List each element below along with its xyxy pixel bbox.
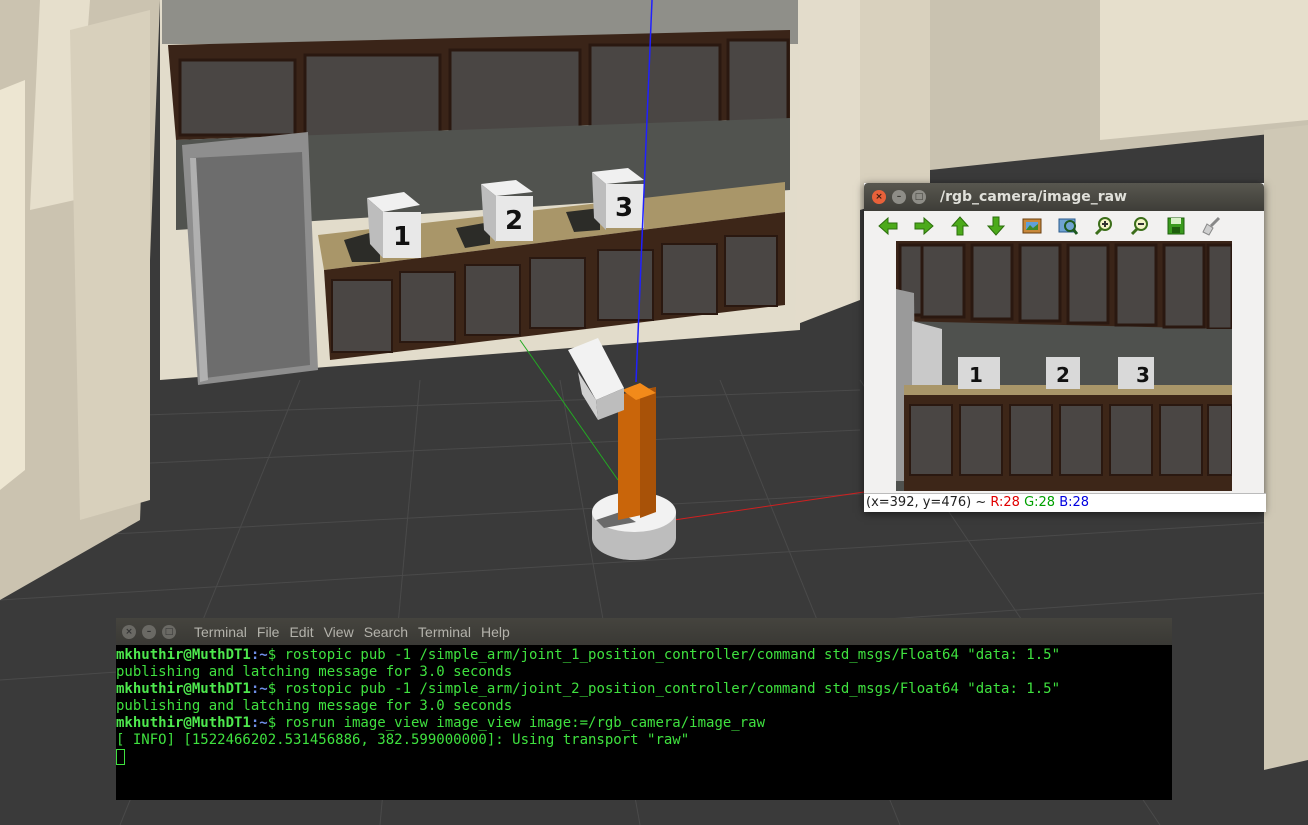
- menu-file[interactable]: File: [257, 624, 280, 640]
- camera-cube-label: 2: [1056, 363, 1070, 387]
- output-text: [ INFO] [1522466202.531456886, 382.59900…: [116, 732, 690, 748]
- green-value: G:28: [1024, 495, 1056, 510]
- command-text: rostopic pub -1 /simple_arm/joint_1_posi…: [284, 647, 1061, 663]
- image-icon[interactable]: [1014, 212, 1050, 240]
- camera-cube-label: 3: [1136, 363, 1150, 387]
- pixel-status-bar: (x=392, y=476) ~ R:28 G:28 B:28: [864, 493, 1266, 512]
- scene-cube-label: 3: [615, 193, 633, 223]
- image-view-title: /rgb_camera/image_raw: [940, 189, 1127, 205]
- terminal-titlebar[interactable]: × – □ Terminal File Edit View Search Ter…: [116, 618, 1172, 645]
- terminal-line: [116, 749, 1172, 766]
- terminal-menubar: Terminal File Edit View Search Terminal …: [194, 624, 520, 640]
- save-icon[interactable]: [1158, 212, 1194, 240]
- prompt-user: mkhuthir@MuthDT1: [116, 681, 251, 697]
- terminal-line: mkhuthir@MuthDT1:~$ rostopic pub -1 /sim…: [116, 647, 1172, 664]
- terminal-window: × – □ Terminal File Edit View Search Ter…: [116, 618, 1172, 800]
- terminal-line: mkhuthir@MuthDT1:~$ rostopic pub -1 /sim…: [116, 681, 1172, 698]
- arrow-up-icon[interactable]: [942, 212, 978, 240]
- terminal-line: publishing and latching message for 3.0 …: [116, 664, 1172, 681]
- prompt-path: :~: [250, 715, 268, 731]
- image-view-titlebar[interactable]: × – □ /rgb_camera/image_raw: [864, 183, 1264, 211]
- scene-cube-label: 1: [393, 222, 411, 252]
- menu-view[interactable]: View: [324, 624, 354, 640]
- blue-value: B:28: [1059, 495, 1090, 510]
- zoom-out-icon[interactable]: [1122, 212, 1158, 240]
- terminal-output[interactable]: mkhuthir@MuthDT1:~$ rostopic pub -1 /sim…: [116, 645, 1172, 766]
- camera-image[interactable]: 1 2 3: [896, 241, 1232, 491]
- menu-terminal[interactable]: Terminal: [418, 624, 471, 640]
- menu-edit[interactable]: Edit: [289, 624, 313, 640]
- terminal-line: publishing and latching message for 3.0 …: [116, 698, 1172, 715]
- arrow-down-icon[interactable]: [978, 212, 1014, 240]
- prompt-path: :~: [250, 681, 268, 697]
- output-text: publishing and latching message for 3.0 …: [116, 664, 513, 680]
- image-view-toolbar: [864, 211, 1264, 241]
- fit-icon[interactable]: [1050, 212, 1086, 240]
- clear-icon[interactable]: [1194, 212, 1230, 240]
- prompt-symbol: $: [267, 715, 285, 731]
- scene-cube-label: 2: [505, 206, 523, 236]
- prompt-user: mkhuthir@MuthDT1: [116, 715, 251, 731]
- output-text: publishing and latching message for 3.0 …: [116, 698, 513, 714]
- menu-help[interactable]: Help: [481, 624, 510, 640]
- close-icon[interactable]: ×: [872, 190, 886, 204]
- terminal-title: Terminal: [194, 623, 247, 640]
- close-icon[interactable]: ×: [122, 624, 136, 639]
- terminal-line: [ INFO] [1522466202.531456886, 382.59900…: [116, 732, 1172, 749]
- prompt-path: :~: [250, 647, 268, 663]
- red-value: R:28: [990, 495, 1020, 510]
- pixel-coords: (x=392, y=476) ~: [866, 495, 991, 510]
- prompt-symbol: $: [267, 647, 285, 663]
- prompt-symbol: $: [267, 681, 285, 697]
- prompt-user: mkhuthir@MuthDT1: [116, 647, 251, 663]
- terminal-line: mkhuthir@MuthDT1:~$ rosrun image_view im…: [116, 715, 1172, 732]
- arrow-left-icon[interactable]: [870, 212, 906, 240]
- menu-search[interactable]: Search: [364, 624, 408, 640]
- maximize-icon[interactable]: □: [162, 624, 176, 639]
- minimize-icon[interactable]: –: [892, 190, 906, 204]
- arrow-right-icon[interactable]: [906, 212, 942, 240]
- image-view-window: × – □ /rgb_camera/image_raw 1 2 3 (x=392…: [864, 183, 1266, 512]
- terminal-cursor: [116, 749, 125, 765]
- zoom-in-icon[interactable]: [1086, 212, 1122, 240]
- command-text: rosrun image_view image_view image:=/rgb…: [284, 715, 766, 731]
- camera-cube-label: 1: [969, 363, 983, 387]
- minimize-icon[interactable]: –: [142, 624, 156, 639]
- maximize-icon[interactable]: □: [912, 190, 926, 204]
- command-text: rostopic pub -1 /simple_arm/joint_2_posi…: [284, 681, 1061, 697]
